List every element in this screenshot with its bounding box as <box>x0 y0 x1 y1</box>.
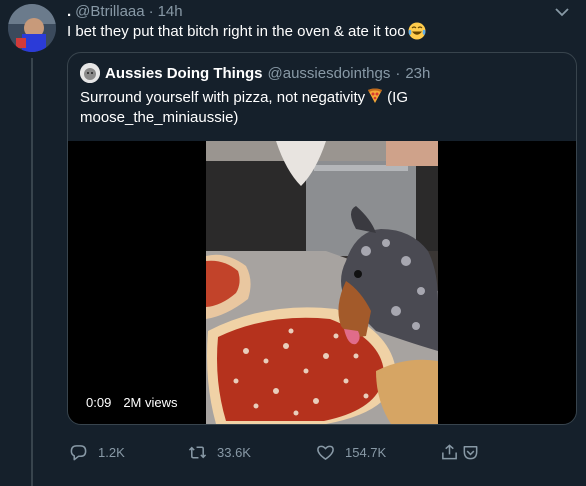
tweet-text: I bet they put that bitch right in the o… <box>67 22 406 40</box>
quoted-text-main: Surround yourself with pizza, not negati… <box>80 89 366 106</box>
quoted-tweet-time: 23h <box>405 64 431 82</box>
tweet-actions: 1.2K 33.6K 154.7K <box>67 443 487 467</box>
tweet-header: . @Btrillaaa · 14h <box>67 3 183 20</box>
pocket-icon[interactable] <box>461 443 480 462</box>
quoted-header-separator: · <box>395 64 401 82</box>
reply-button[interactable]: 1.2K <box>69 443 125 462</box>
avatar-image <box>8 4 56 52</box>
quoted-author-handle: @aussiesdointhgs <box>267 64 391 82</box>
retweet-icon <box>188 446 207 459</box>
video-info-badge: 0:09 2M views <box>78 390 186 414</box>
user-avatar[interactable] <box>8 4 56 52</box>
video-views: 2M views <box>123 394 178 410</box>
header-separator: · <box>148 3 154 20</box>
tweet-text-row: I bet they put that bitch right in the o… <box>67 22 426 40</box>
video-player[interactable]: 0:09 2M views <box>68 141 576 424</box>
chevron-down-icon[interactable] <box>554 6 570 18</box>
share-icon <box>442 444 457 460</box>
quoted-tweet-text: Surround yourself with pizza, not negati… <box>80 88 570 128</box>
like-button[interactable]: 154.7K <box>316 443 386 462</box>
author-handle[interactable]: @Btrillaaa <box>75 3 144 20</box>
reply-count: 1.2K <box>98 445 125 460</box>
quoted-tweet-header: Aussies Doing Things @aussiesdointhgs · … <box>80 63 430 83</box>
video-frame <box>206 141 438 424</box>
crying-laughing-emoji-icon <box>408 22 426 40</box>
pizza-icon <box>368 88 383 103</box>
retweet-count: 33.6K <box>217 445 251 460</box>
quoted-author-name: Aussies Doing Things <box>105 64 263 82</box>
quoted-author-avatar <box>80 63 100 83</box>
share-button[interactable] <box>440 443 480 462</box>
thread-line <box>31 58 33 486</box>
quoted-tweet[interactable]: Aussies Doing Things @aussiesdointhgs · … <box>67 52 577 425</box>
video-duration: 0:09 <box>86 394 112 410</box>
author-name[interactable]: . <box>67 3 71 20</box>
tweet-time[interactable]: 14h <box>158 3 183 20</box>
retweet-button[interactable]: 33.6K <box>188 443 251 462</box>
like-count: 154.7K <box>345 445 387 460</box>
heart-icon <box>317 445 334 460</box>
reply-icon <box>70 445 87 461</box>
